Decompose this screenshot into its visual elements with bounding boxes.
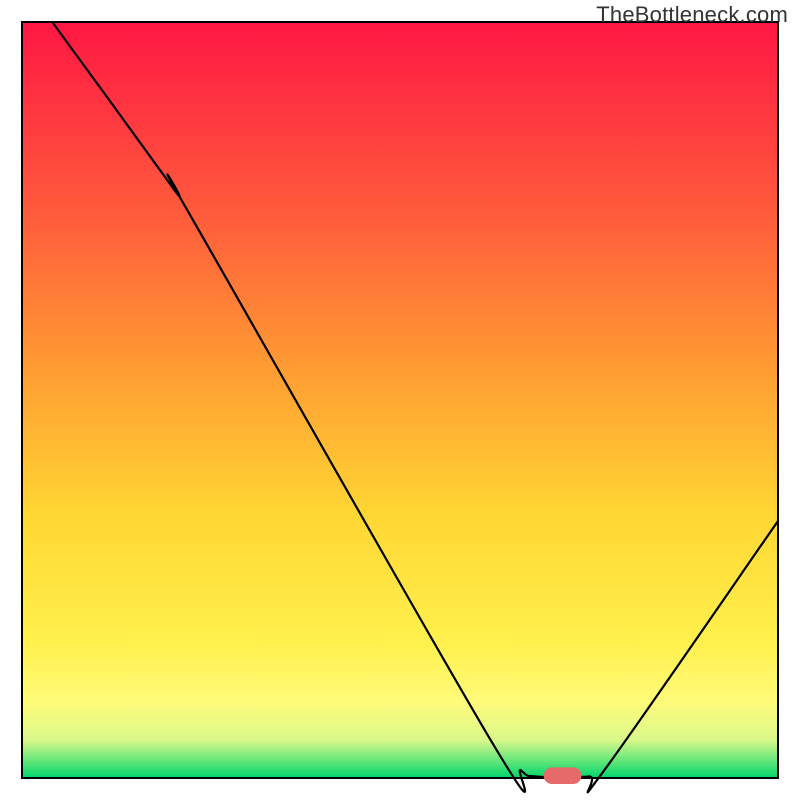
chart-svg — [0, 0, 800, 800]
watermark-text: TheBottleneck.com — [596, 2, 788, 28]
bottleneck-chart: TheBottleneck.com — [0, 0, 800, 800]
optimum-marker — [544, 767, 582, 784]
